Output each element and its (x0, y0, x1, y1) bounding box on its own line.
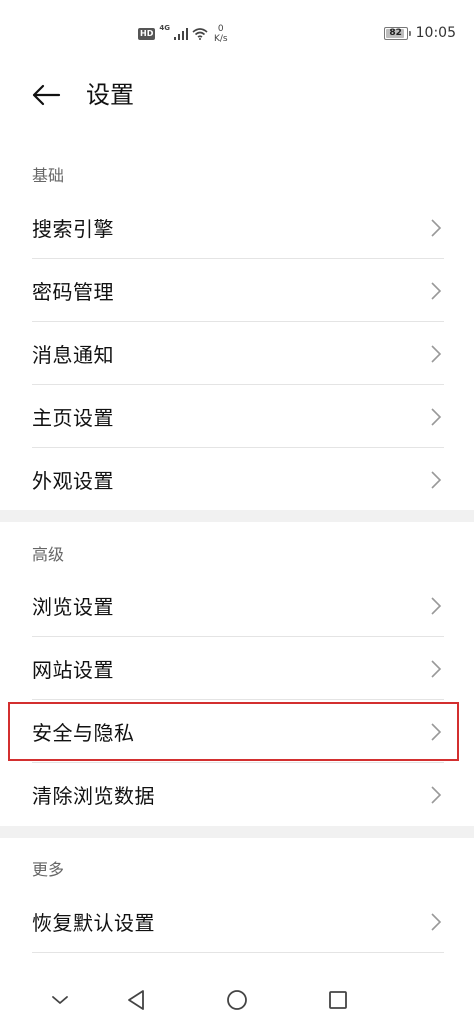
chevron-right-icon (431, 344, 442, 363)
section-header-more: 更多 (32, 860, 65, 879)
section-divider (0, 510, 474, 522)
chevron-right-icon (431, 596, 442, 615)
network-speed: 0 K/s (214, 24, 228, 44)
item-label: 外观设置 (32, 469, 114, 493)
status-right: 82 10:05 (383, 25, 456, 41)
item-label: 网站设置 (32, 658, 114, 682)
nav-home-button[interactable] (223, 986, 251, 1014)
settings-item-appearance[interactable]: 外观设置 (0, 448, 474, 511)
settings-item-browsing[interactable]: 浏览设置 (0, 574, 474, 637)
chevron-right-icon (431, 218, 442, 237)
chevron-down-icon (52, 996, 68, 1004)
chevron-right-icon (431, 785, 442, 804)
item-label: 密码管理 (32, 280, 114, 304)
chevron-right-icon (431, 912, 442, 931)
item-label: 安全与隐私 (32, 721, 135, 745)
item-label: 主页设置 (32, 406, 114, 430)
settings-item-clear-browsing-data[interactable]: 清除浏览数据 (0, 763, 474, 826)
settings-item-restore-defaults[interactable]: 恢复默认设置 (0, 890, 474, 953)
hide-nav-button[interactable] (46, 986, 74, 1014)
status-bar: HD 4G 0 K/s 82 10:05 (0, 0, 474, 66)
chevron-right-icon (431, 281, 442, 300)
section-divider (0, 826, 474, 838)
advanced-settings-list: 浏览设置 网站设置 安全与隐私 清除浏览数据 (0, 574, 474, 826)
basic-settings-list: 搜索引擎 密码管理 消息通知 主页设置 外观设置 (0, 196, 474, 511)
clock: 10:05 (415, 25, 456, 41)
item-label: 恢复默认设置 (32, 911, 155, 935)
recents-square-icon (329, 991, 347, 1009)
section-header-advanced: 高级 (32, 545, 65, 564)
home-circle-icon (227, 990, 247, 1010)
battery-icon: 82 (383, 26, 411, 40)
section-header-basic: 基础 (32, 166, 65, 185)
chevron-right-icon (431, 407, 442, 426)
settings-item-security-privacy[interactable]: 安全与隐私 (6, 700, 461, 763)
arrow-left-icon (32, 84, 61, 106)
settings-item-search-engine[interactable]: 搜索引擎 (0, 196, 474, 259)
speed-value: 0 (217, 24, 224, 34)
signal-icon (173, 28, 188, 40)
hd-badge: HD (138, 28, 156, 40)
chevron-right-icon (431, 722, 442, 741)
item-label: 浏览设置 (32, 595, 114, 619)
settings-item-notifications[interactable]: 消息通知 (0, 322, 474, 385)
status-icons: HD 4G 0 K/s (138, 22, 228, 46)
system-nav-bar (0, 972, 474, 1027)
speed-unit: K/s (213, 34, 228, 44)
back-triangle-icon (128, 990, 144, 1010)
settings-item-homepage[interactable]: 主页设置 (0, 385, 474, 448)
chevron-right-icon (431, 470, 442, 489)
item-label: 搜索引擎 (32, 217, 114, 241)
battery-level: 82 (389, 28, 402, 38)
settings-screen: HD 4G 0 K/s 82 10:05 设置 基础 搜索引擎 密码管理 消息通… (0, 0, 474, 1027)
app-header: 设置 (0, 66, 474, 126)
settings-item-password-manager[interactable]: 密码管理 (0, 259, 474, 322)
back-button[interactable] (24, 78, 68, 112)
item-label: 清除浏览数据 (32, 784, 155, 808)
more-settings-list: 恢复默认设置 (0, 890, 474, 953)
settings-item-site-settings[interactable]: 网站设置 (0, 637, 474, 700)
nav-back-button[interactable] (122, 986, 150, 1014)
network-type: 4G (159, 24, 170, 32)
nav-recents-button[interactable] (324, 986, 352, 1014)
chevron-right-icon (431, 659, 442, 678)
item-label: 消息通知 (32, 343, 114, 367)
wifi-icon (192, 28, 208, 40)
page-title: 设置 (86, 81, 134, 109)
